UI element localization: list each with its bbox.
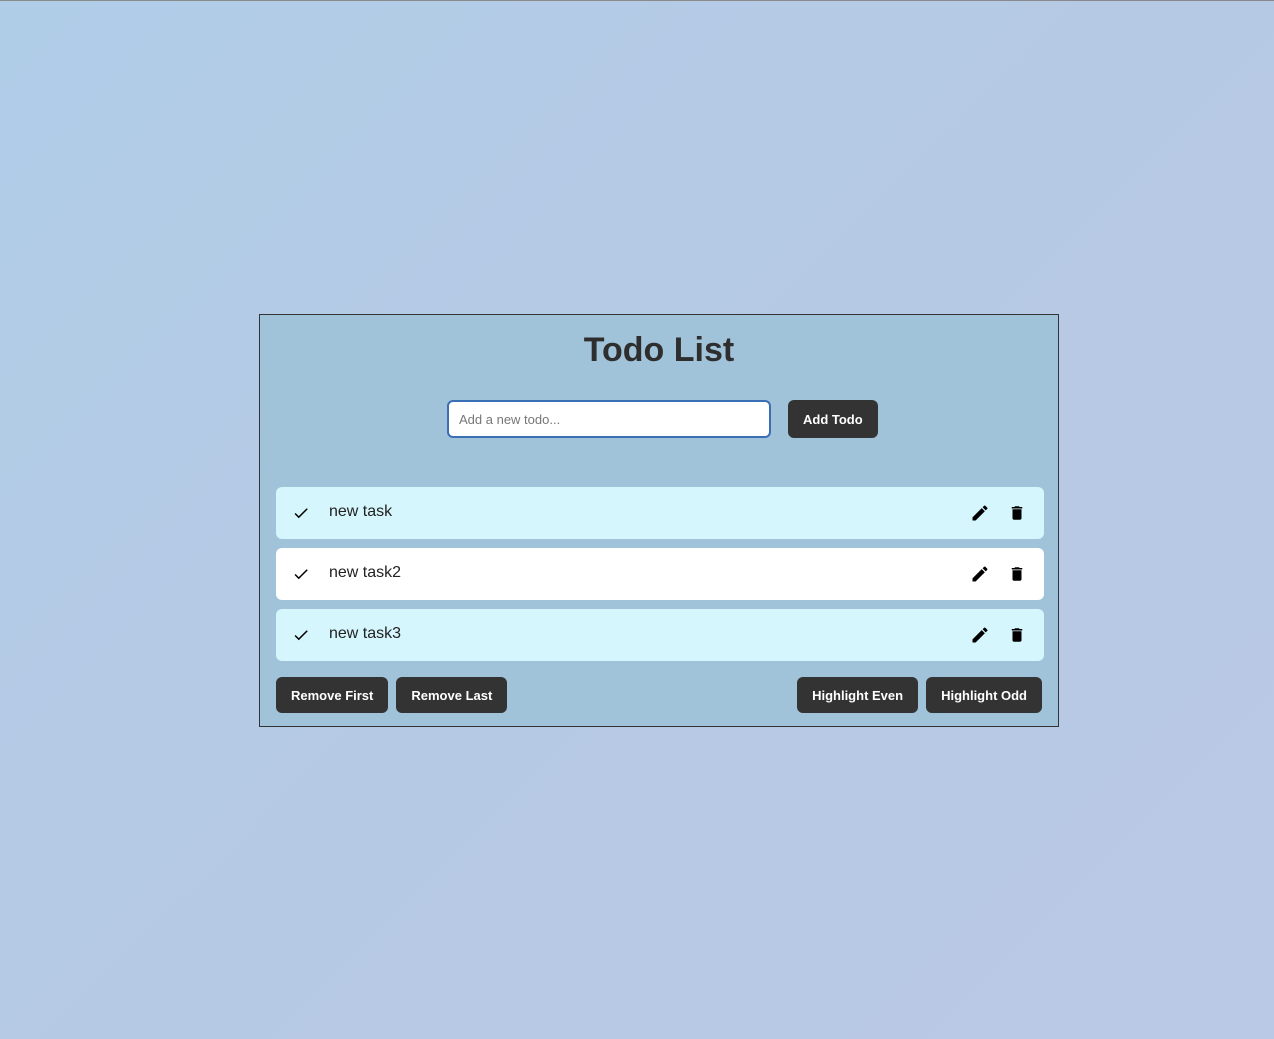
todo-input[interactable] <box>447 400 771 438</box>
check-icon[interactable] <box>292 504 310 522</box>
highlight-even-button[interactable]: Highlight Even <box>797 677 919 713</box>
add-todo-button[interactable]: Add Todo <box>788 400 878 438</box>
check-icon[interactable] <box>292 565 310 583</box>
pencil-icon[interactable] <box>970 625 990 645</box>
todo-item-text: new task2 <box>329 564 402 581</box>
highlight-odd-button[interactable]: Highlight Odd <box>926 677 1042 713</box>
check-icon[interactable] <box>292 626 310 644</box>
page-title: Todo List <box>583 331 735 369</box>
remove-last-button[interactable]: Remove Last <box>396 677 508 713</box>
trash-icon[interactable] <box>1008 564 1026 584</box>
todo-card: Todo List Add Todo new task new task2 <box>259 314 1059 727</box>
highlight-actions: Highlight Even Highlight Odd <box>797 677 1042 713</box>
todo-item: new task <box>276 487 1044 539</box>
trash-icon[interactable] <box>1008 503 1026 523</box>
todo-item: new task2 <box>276 548 1044 600</box>
todo-item-text: new task3 <box>329 625 402 642</box>
pencil-icon[interactable] <box>970 564 990 584</box>
todo-list: new task new task2 new task3 <box>276 487 1044 670</box>
trash-icon[interactable] <box>1008 625 1026 645</box>
add-todo-row: Add Todo <box>447 400 878 438</box>
todo-item-text: new task <box>329 503 393 520</box>
todo-item: new task3 <box>276 609 1044 661</box>
remove-first-button[interactable]: Remove First <box>276 677 389 713</box>
remove-actions: Remove First Remove Last <box>276 677 508 713</box>
pencil-icon[interactable] <box>970 503 990 523</box>
